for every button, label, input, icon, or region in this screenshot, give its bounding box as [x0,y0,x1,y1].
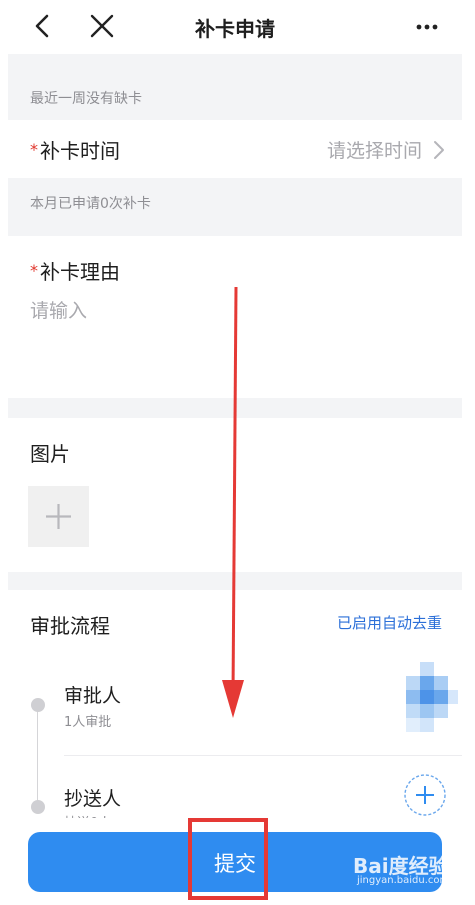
watermark-sub: jingyan.baidu.com [357,875,450,886]
annotation-arrow-icon [222,286,244,718]
nav-header: 补卡申请 [8,0,462,54]
auto-dedup-link[interactable]: 已启用自动去重 [337,612,442,633]
reason-input[interactable]: 请输入 [30,296,87,323]
chevron-right-icon [434,141,444,159]
approval-label: 审批流程 [30,614,110,638]
add-image-button[interactable] [28,486,89,547]
approver-subtitle: 1人审批 [64,715,112,730]
images-label: 图片 [30,442,70,466]
reason-label-text: 补卡理由 [40,260,120,284]
timeline-line [37,705,38,805]
time-placeholder: 请选择时间 [326,140,422,162]
required-star: * [30,140,38,159]
add-cc-button[interactable] [403,773,447,817]
annotation-highlight-box [188,818,268,900]
no-missing-hint: 最近一周没有缺卡 [30,91,142,107]
page-title: 补卡申请 [195,17,275,41]
node-divider [64,755,462,756]
time-row[interactable]: * 补卡时间 请选择时间 [8,120,462,178]
time-label: * 补卡时间 [30,135,120,164]
timeline-dot [31,800,45,814]
right-margin [462,0,475,905]
reason-label: * 补卡理由 [30,256,120,285]
more-options-icon[interactable] [414,14,440,40]
form-page: 补卡申请 最近一周没有缺卡 * 补卡时间 请选择时间 本月已申请0次补卡 * 补卡理… [8,0,462,905]
watermark: Bai度经验 jingyan.baidu.com [353,850,463,890]
cc-title: 抄送人 [64,788,122,810]
required-star: * [30,261,38,280]
applied-count-hint: 本月已申请0次补卡 [30,196,151,212]
plus-icon [46,504,71,529]
left-margin [0,0,8,905]
approver-avatar[interactable] [400,662,458,740]
approver-title: 审批人 [64,685,122,707]
time-label-text: 补卡时间 [40,139,120,163]
timeline-dot [31,698,45,712]
